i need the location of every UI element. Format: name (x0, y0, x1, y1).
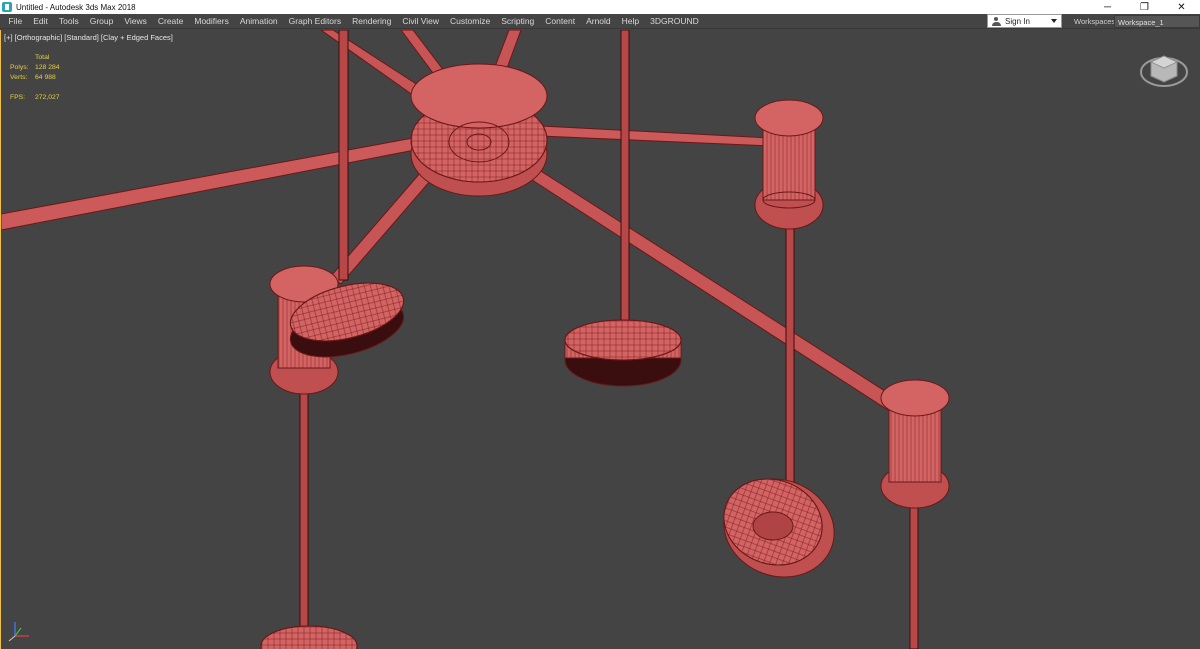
menu-item-content[interactable]: Content (540, 16, 581, 26)
menu-item-animation[interactable]: Animation (234, 16, 283, 26)
menu-items: File Edit Tools Group Views Create Modifiers An… (0, 14, 704, 29)
menu-item-file[interactable]: File (3, 16, 28, 26)
menu-item-create[interactable]: Create (152, 16, 189, 26)
axis-tripod-icon (8, 622, 29, 642)
window-controls: ─ ❐ ✕ (1089, 0, 1200, 14)
statistics-overlay: Total Polys: 128 284 Verts: 64 988 FPS: … (10, 53, 60, 103)
central-hub (410, 63, 548, 197)
menu-item-group[interactable]: Group (84, 16, 119, 26)
verts-label: Verts: (10, 74, 28, 81)
menu-item-arnold[interactable]: Arnold (581, 16, 617, 26)
menu-item-customize[interactable]: Customize (445, 16, 496, 26)
sign-in-label: Sign In (1005, 16, 1030, 26)
sign-in-dropdown[interactable]: Sign In (987, 14, 1062, 28)
spool-upper-right (754, 99, 824, 230)
restore-button[interactable]: ❐ (1126, 0, 1163, 14)
menu-item-views[interactable]: Views (119, 16, 153, 26)
fps-label: FPS: (10, 94, 26, 101)
polys-value: 128 284 (35, 64, 60, 71)
workspace-value: Workspace_1 (1118, 18, 1164, 27)
menu-item-scripting[interactable]: Scripting (496, 16, 540, 26)
app-logo-icon (2, 2, 12, 12)
chandelier-model[interactable] (1, 30, 1200, 649)
menu-item-3dground[interactable]: 3DGROUND (645, 16, 705, 26)
minimize-button[interactable]: ─ (1089, 0, 1126, 14)
menu-item-modifiers[interactable]: Modifiers (189, 16, 234, 26)
viewport-label[interactable]: [+] [Orthographic] [Standard] [Clay + Ed… (4, 33, 173, 42)
chevron-down-icon (1051, 19, 1057, 23)
window-title: Untitled - Autodesk 3ds Max 2018 (16, 2, 136, 12)
menu-item-graph-editors[interactable]: Graph Editors (283, 16, 346, 26)
perspective-viewport[interactable]: [+] [Orthographic] [Standard] [Clay + Ed… (0, 30, 1200, 649)
menu-item-rendering[interactable]: Rendering (347, 16, 397, 26)
menu-item-tools[interactable]: Tools (53, 16, 84, 26)
user-icon (992, 16, 1001, 26)
stats-total-label: Total (35, 54, 50, 61)
disc-shade-right (723, 478, 835, 578)
menu-item-help[interactable]: Help (616, 16, 644, 26)
workspace-select[interactable]: Workspace_1 (1114, 15, 1200, 28)
workspaces-label: Workspaces: (1074, 17, 1118, 26)
close-button[interactable]: ✕ (1163, 0, 1200, 14)
fps-value: 272,027 (35, 94, 60, 101)
menu-item-edit[interactable]: Edit (28, 16, 54, 26)
verts-value: 64 988 (35, 74, 56, 81)
polys-label: Polys: (10, 64, 29, 71)
viewcube-icon[interactable] (1139, 50, 1189, 90)
menu-item-civil-view[interactable]: Civil View (397, 16, 445, 26)
title-bar: Untitled - Autodesk 3ds Max 2018 ─ ❐ ✕ (0, 0, 1200, 14)
disc-shade-center (564, 319, 682, 387)
disc-shade-bottom (260, 625, 358, 649)
spool-lower-right (880, 379, 950, 509)
